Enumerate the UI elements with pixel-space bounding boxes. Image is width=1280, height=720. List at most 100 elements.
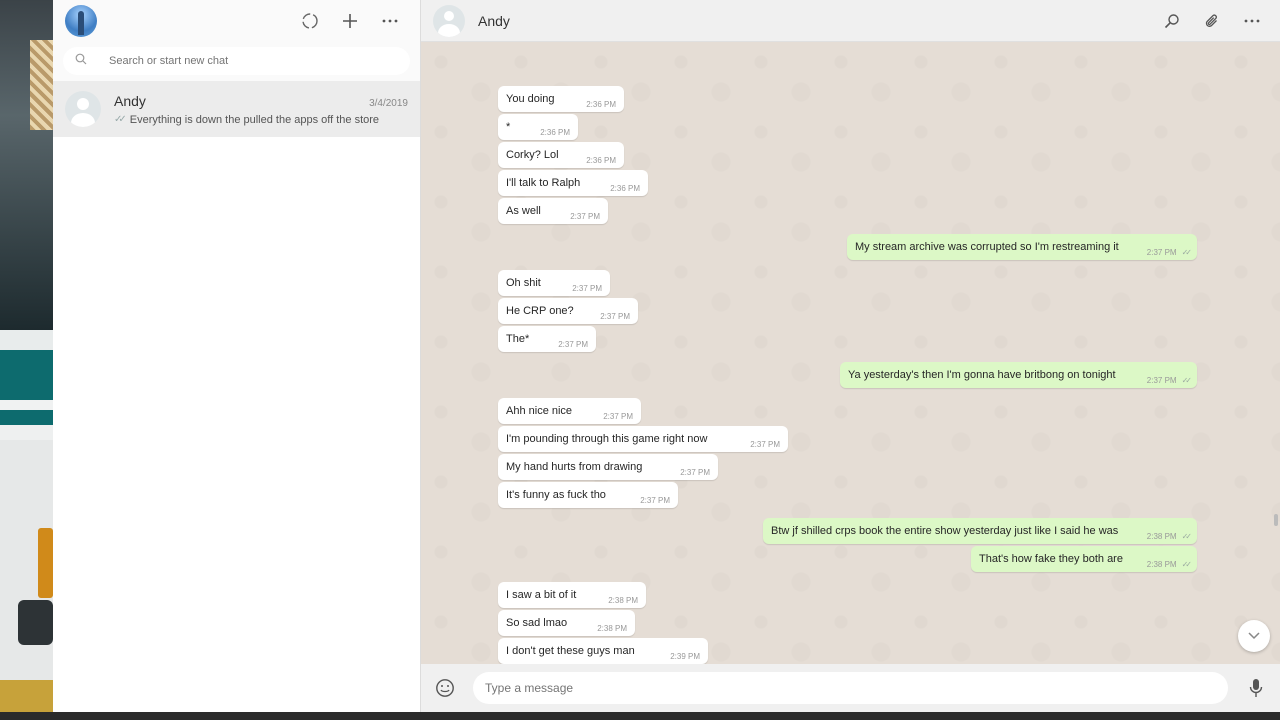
taskbar [0, 712, 1280, 720]
message-time: 2:36 PM [586, 156, 616, 165]
outgoing-message[interactable]: Ya yesterday's then I'm gonna have britb… [840, 362, 1197, 388]
double-check-icon: ✓✓ [1181, 560, 1193, 569]
message-timestamp: 2:36 PM [540, 128, 570, 137]
message-text: Corky? Lol [506, 149, 559, 161]
chat-last-message: Everything is down the pulled the apps o… [129, 113, 380, 126]
message-timestamp: 2:37 PM [1146, 248, 1177, 257]
incoming-message[interactable]: I'll talk to Ralph 2:36 PM [498, 170, 648, 196]
incoming-message[interactable]: The* 2:37 PM [498, 326, 596, 352]
message-time: 2:37 PM [750, 440, 780, 449]
message-timestamp: 2:38 PM [1146, 560, 1177, 569]
scrollbar[interactable] [1274, 42, 1278, 664]
message-text: I saw a bit of it [506, 589, 577, 601]
message-text: He CRP one? [506, 305, 574, 317]
message-input[interactable] [485, 681, 1216, 695]
message-text: My stream archive was corrupted so I'm r… [855, 241, 1119, 253]
incoming-message[interactable]: I'm pounding through this game right now… [498, 426, 788, 452]
message-text: I'm pounding through this game right now [506, 433, 708, 445]
incoming-message[interactable]: He CRP one? 2:37 PM [498, 298, 638, 324]
incoming-message[interactable]: Oh shit 2:37 PM [498, 270, 610, 296]
message-input-box[interactable] [473, 672, 1228, 704]
incoming-message[interactable]: It's funny as fuck tho 2:37 PM [498, 482, 678, 508]
incoming-message[interactable]: As well 2:37 PM [498, 198, 608, 224]
incoming-message[interactable]: My hand hurts from drawing 2:37 PM [498, 454, 718, 480]
message-timestamp: 2:37 PM [680, 468, 710, 477]
search-box[interactable] [63, 47, 410, 75]
search-icon [75, 52, 87, 70]
message-timestamp: 2:37 PM [640, 496, 670, 505]
message-text: I'll talk to Ralph [506, 177, 581, 189]
message-time: 2:38 PM ✓✓ [1146, 532, 1193, 541]
conversation-header: Andy [421, 0, 1280, 42]
contact-name[interactable]: Andy [478, 13, 510, 29]
avatar [65, 91, 101, 127]
message-text: The* [506, 333, 530, 345]
message-time: 2:37 PM [558, 340, 588, 349]
message-timestamp: 2:37 PM [750, 440, 780, 449]
message-timestamp: 2:36 PM [610, 184, 640, 193]
message-time: 2:37 PM [680, 468, 710, 477]
message-time: 2:37 PM ✓✓ [1146, 376, 1193, 385]
message-time: 2:36 PM [586, 100, 616, 109]
chevron-down-icon [1248, 627, 1260, 645]
search-input[interactable] [109, 55, 389, 67]
incoming-message[interactable]: I saw a bit of it 2:38 PM [498, 582, 646, 608]
outgoing-message[interactable]: Btw jf shilled crps book the entire show… [763, 518, 1197, 544]
status-icon[interactable] [300, 11, 320, 31]
menu-icon[interactable] [1242, 11, 1262, 31]
message-text: So sad lmao [506, 617, 568, 629]
message-time: 2:37 PM [570, 212, 600, 221]
message-text: It's funny as fuck tho [506, 489, 606, 501]
attach-icon[interactable] [1202, 11, 1222, 31]
incoming-message[interactable]: You doing 2:36 PM [498, 86, 624, 112]
double-check-icon: ✓✓ [1181, 532, 1193, 541]
search-icon[interactable] [1162, 11, 1182, 31]
sidebar-header [53, 0, 420, 42]
message-list[interactable]: You doing 2:36 PM * 2:36 PM Corky? Lol 2:36 P… [421, 42, 1280, 664]
outgoing-message[interactable]: That's how fake they both are 2:38 PM ✓✓ [971, 546, 1197, 572]
message-time: 2:38 PM [608, 596, 638, 605]
message-timestamp: 2:38 PM [597, 624, 627, 633]
incoming-message[interactable]: Ahh nice nice 2:37 PM [498, 398, 641, 424]
whatsapp-window: Andy 3/4/2019 ✓✓ Everything is down the … [53, 0, 1280, 712]
menu-icon[interactable] [380, 11, 400, 31]
contact-avatar[interactable] [433, 4, 465, 37]
new-chat-icon[interactable] [340, 11, 360, 31]
compose-bar [421, 664, 1280, 712]
message-time: 2:37 PM [572, 284, 602, 293]
message-time: 2:37 PM [600, 312, 630, 321]
profile-avatar[interactable] [65, 5, 97, 37]
message-text: Ya yesterday's then I'm gonna have britb… [848, 369, 1116, 381]
incoming-message[interactable]: So sad lmao 2:38 PM [498, 610, 635, 636]
double-check-icon: ✓✓ [1181, 376, 1193, 385]
incoming-message[interactable]: Corky? Lol 2:36 PM [498, 142, 624, 168]
conversation-panel: Andy You doing 2:36 PM * 2:36 PM Corky? … [421, 0, 1280, 712]
double-check-icon: ✓✓ [114, 114, 127, 125]
emoji-icon[interactable] [435, 678, 455, 698]
microphone-icon[interactable] [1246, 678, 1266, 698]
message-time: 2:38 PM ✓✓ [1146, 560, 1193, 569]
incoming-message[interactable]: * 2:36 PM [498, 114, 578, 140]
message-timestamp: 2:38 PM [608, 596, 638, 605]
message-text: That's how fake they both are [979, 553, 1123, 565]
message-time: 2:37 PM ✓✓ [1146, 248, 1193, 257]
message-text: I don't get these guys man [506, 645, 635, 657]
message-timestamp: 2:37 PM [1146, 376, 1177, 385]
message-text: Btw jf shilled crps book the entire show… [771, 525, 1119, 537]
message-time: 2:37 PM [640, 496, 670, 505]
incoming-message[interactable]: I don't get these guys man 2:39 PM [498, 638, 708, 664]
message-timestamp: 2:36 PM [586, 156, 616, 165]
scroll-down-button[interactable] [1238, 620, 1270, 652]
message-text: You doing [506, 93, 555, 105]
double-check-icon: ✓✓ [1181, 248, 1193, 257]
message-time: 2:39 PM [670, 652, 700, 661]
outgoing-message[interactable]: My stream archive was corrupted so I'm r… [847, 234, 1197, 260]
message-time: 2:36 PM [540, 128, 570, 137]
chat-name: Andy [114, 92, 146, 109]
message-timestamp: 2:38 PM [1146, 532, 1177, 541]
search-bar [53, 42, 420, 81]
message-timestamp: 2:37 PM [572, 284, 602, 293]
desktop-wallpaper [0, 0, 53, 712]
chat-list-item[interactable]: Andy 3/4/2019 ✓✓ Everything is down the … [53, 81, 420, 137]
message-time: 2:37 PM [603, 412, 633, 421]
